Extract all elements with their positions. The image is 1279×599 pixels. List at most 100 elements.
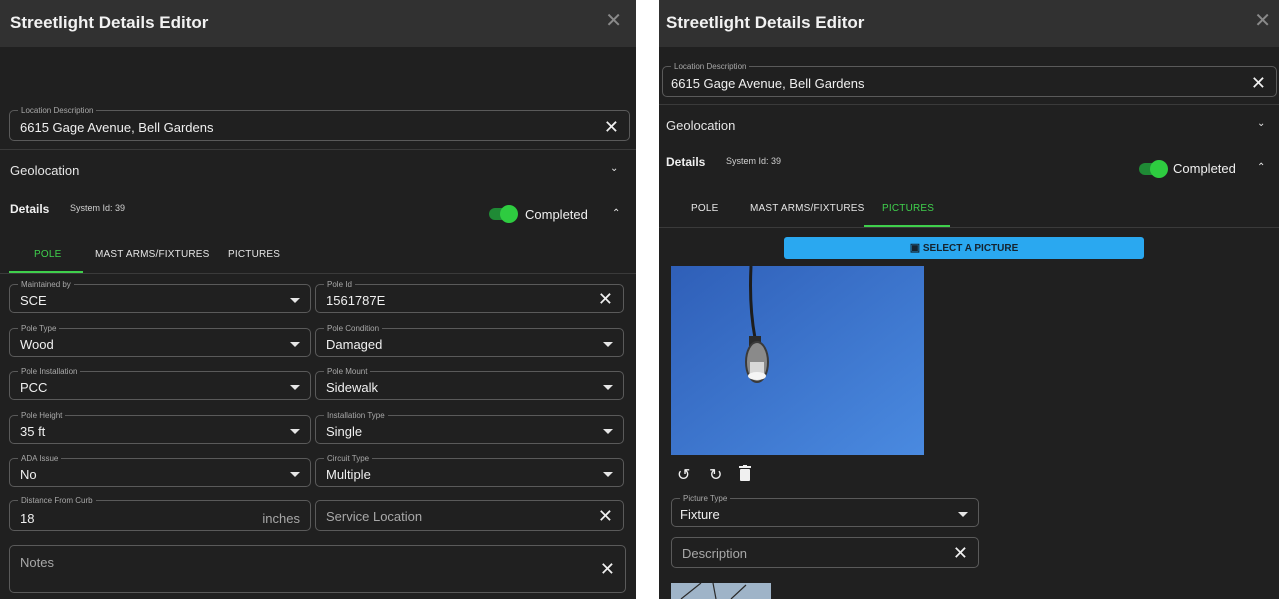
dropdown-arrow-icon[interactable] <box>290 429 300 434</box>
tab-pictures[interactable]: PICTURES <box>228 249 280 260</box>
dropdown-arrow-icon[interactable] <box>603 385 613 390</box>
title-bar: Streetlight Details Editor ✕ <box>659 0 1279 47</box>
streetlight-photo-image <box>671 266 924 455</box>
title-bar: Streetlight Details Editor ✕ <box>0 0 636 47</box>
fixture-photo[interactable] <box>671 266 924 455</box>
location-description-field[interactable]: Location Description 6615 Gage Avenue, B… <box>662 61 1277 97</box>
dropdown-arrow-icon[interactable] <box>290 298 300 303</box>
editor-panel-pole: Streetlight Details Editor ✕ Location De… <box>0 0 636 599</box>
select-picture-button[interactable]: ▣ SELECT A PICTURE <box>784 237 1144 259</box>
pole-installation-select[interactable]: Pole Installation PCC <box>9 366 311 400</box>
tabs-divider <box>0 273 636 274</box>
circuit-type-select[interactable]: Circuit Type Multiple <box>315 453 624 487</box>
chevron-down-icon[interactable]: ⌄ <box>1257 118 1265 129</box>
maintained-by-select[interactable]: Maintained by SCE <box>9 279 311 313</box>
ada-issue-value: No <box>20 467 37 482</box>
field-label: Pole Type <box>18 323 60 334</box>
dropdown-arrow-icon[interactable] <box>290 385 300 390</box>
completed-label: Completed <box>525 207 588 222</box>
system-id: System Id: 39 <box>70 203 126 213</box>
clear-icon[interactable]: ✕ <box>600 560 615 578</box>
divider <box>659 104 1279 105</box>
service-location-placeholder: Service Location <box>326 509 423 524</box>
close-icon[interactable]: ✕ <box>605 8 622 33</box>
location-description-value[interactable]: 6615 Gage Avenue, Bell Gardens <box>671 76 864 91</box>
camera-icon: ▣ <box>909 242 921 254</box>
dropdown-arrow-icon[interactable] <box>290 342 300 347</box>
picture-type-select[interactable]: Picture Type Fixture <box>671 493 979 527</box>
chevron-down-icon[interactable]: ⌄ <box>610 163 618 174</box>
pole-id-value[interactable]: 1561787E <box>326 293 385 308</box>
description-field[interactable]: Description ✕ <box>671 537 979 568</box>
completed-toggle[interactable] <box>489 205 518 223</box>
tab-pole[interactable]: POLE <box>691 203 718 214</box>
notes-field[interactable]: Notes ✕ <box>9 545 626 593</box>
field-label: Distance From Curb <box>18 495 96 506</box>
pole-id-field[interactable]: Pole Id 1561787E ✕ <box>315 279 624 313</box>
completed-label: Completed <box>1173 161 1236 176</box>
pole-installation-value: PCC <box>20 380 48 395</box>
pole-type-value: Wood <box>20 337 54 352</box>
pole-height-value: 35 ft <box>20 424 46 439</box>
field-label: Location Description <box>671 61 750 72</box>
trash-glyph <box>739 465 751 481</box>
chevron-up-icon[interactable]: ⌃ <box>1257 162 1265 173</box>
ada-issue-select[interactable]: ADA Issue No <box>9 453 311 487</box>
geolocation-header[interactable]: Geolocation <box>666 118 735 133</box>
tab-mast-arms-fixtures[interactable]: MAST ARMS/FIXTURES <box>95 249 210 260</box>
close-icon[interactable]: ✕ <box>1254 8 1271 33</box>
pole-type-select[interactable]: Pole Type Wood <box>9 323 311 357</box>
tab-pictures[interactable]: PICTURES <box>882 203 934 214</box>
field-label: Circuit Type <box>324 453 373 464</box>
clear-icon[interactable]: ✕ <box>598 507 613 525</box>
clear-icon[interactable]: ✕ <box>1251 74 1266 92</box>
field-label: Installation Type <box>324 410 388 421</box>
installation-type-select[interactable]: Installation Type Single <box>315 410 624 444</box>
editor-panel-pictures: Streetlight Details Editor ✕ Location De… <box>659 0 1279 599</box>
location-description-value[interactable]: 6615 Gage Avenue, Bell Gardens <box>20 120 213 135</box>
installation-type-value: Single <box>326 424 363 439</box>
trash-icon[interactable] <box>739 465 751 486</box>
dropdown-arrow-icon[interactable] <box>603 472 613 477</box>
pole-condition-value: Damaged <box>326 337 383 352</box>
service-location-field[interactable]: Service Location ✕ <box>315 500 624 531</box>
rotate-left-icon[interactable]: ↺ <box>677 465 690 485</box>
field-label: Maintained by <box>18 279 74 290</box>
pole-condition-select[interactable]: Pole Condition Damaged <box>315 323 624 357</box>
picture-type-value: Fixture <box>680 507 720 522</box>
clear-icon[interactable]: ✕ <box>604 118 619 136</box>
unit-suffix: inches <box>262 511 300 526</box>
pole-mount-value: Sidewalk <box>326 380 379 395</box>
clear-icon[interactable]: ✕ <box>953 544 968 562</box>
dialog-title: Streetlight Details Editor <box>666 13 865 32</box>
tab-mast-arms-fixtures[interactable]: MAST ARMS/FIXTURES <box>750 203 865 214</box>
completed-toggle[interactable] <box>1139 160 1168 178</box>
tab-pole[interactable]: POLE <box>34 249 61 260</box>
field-label: Pole Mount <box>324 366 371 377</box>
distance-from-curb-value[interactable]: 18 <box>20 511 34 526</box>
rotate-right-icon[interactable]: ↻ <box>709 465 722 485</box>
dropdown-arrow-icon[interactable] <box>958 512 968 517</box>
chevron-up-icon[interactable]: ⌃ <box>612 208 620 219</box>
distance-from-curb-field[interactable]: Distance From Curb 18 inches <box>9 495 311 531</box>
dropdown-arrow-icon[interactable] <box>290 472 300 477</box>
field-label: ADA Issue <box>18 453 62 464</box>
field-label: Pole Installation <box>18 366 81 377</box>
tabs-divider <box>659 227 1279 228</box>
select-picture-label: SELECT A PICTURE <box>922 243 1019 254</box>
details-header[interactable]: Details <box>10 202 49 216</box>
clear-icon[interactable]: ✕ <box>598 290 613 308</box>
pole-mount-select[interactable]: Pole Mount Sidewalk <box>315 366 624 400</box>
second-photo-thumbnail[interactable] <box>671 583 771 599</box>
thumbnail-image <box>671 583 771 599</box>
maintained-by-value: SCE <box>20 293 47 308</box>
geolocation-header[interactable]: Geolocation <box>10 163 79 178</box>
pole-height-select[interactable]: Pole Height 35 ft <box>9 410 311 444</box>
details-header[interactable]: Details <box>666 155 705 169</box>
field-label: Pole Condition <box>324 323 383 334</box>
toggle-knob <box>500 205 518 223</box>
dropdown-arrow-icon[interactable] <box>603 342 613 347</box>
dropdown-arrow-icon[interactable] <box>603 429 613 434</box>
field-label: Pole Height <box>18 410 66 421</box>
location-description-field[interactable]: Location Description 6615 Gage Avenue, B… <box>9 105 630 141</box>
